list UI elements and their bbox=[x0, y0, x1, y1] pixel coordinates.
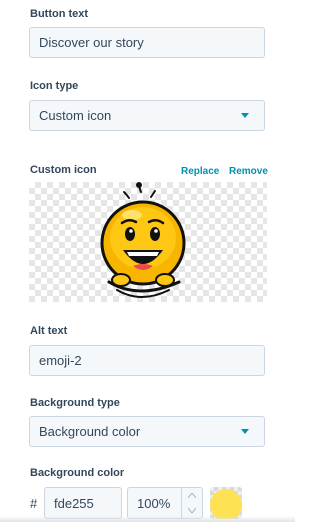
background-type-selected: Background color bbox=[39, 424, 141, 439]
hex-color-value: fde255 bbox=[54, 495, 94, 511]
color-swatch bbox=[210, 489, 242, 519]
icon-type-selected: Custom icon bbox=[39, 108, 112, 123]
scroll-shadow bbox=[0, 516, 295, 522]
opacity-value: 100% bbox=[137, 495, 171, 511]
color-swatch-button[interactable] bbox=[210, 487, 242, 519]
custom-icon-preview bbox=[29, 182, 267, 302]
hash-symbol: # bbox=[30, 496, 38, 511]
chevron-down-icon bbox=[241, 429, 249, 434]
alt-text-label: Alt text bbox=[30, 325, 68, 337]
alt-text-value: emoji-2 bbox=[39, 353, 82, 368]
chevron-up-icon[interactable] bbox=[188, 493, 196, 498]
background-type-select[interactable]: Background color bbox=[29, 416, 265, 447]
opacity-stepper[interactable] bbox=[181, 488, 202, 518]
button-text-label: Button text bbox=[30, 8, 89, 20]
emoji-smiley-icon bbox=[100, 182, 186, 298]
custom-icon-label: Custom icon bbox=[30, 164, 97, 176]
chevron-down-icon[interactable] bbox=[188, 508, 196, 513]
button-text-value: Discover our story bbox=[39, 35, 144, 50]
icon-type-select[interactable]: Custom icon bbox=[29, 100, 265, 131]
chevron-down-icon bbox=[241, 113, 249, 118]
hex-color-input[interactable]: fde255 bbox=[44, 487, 122, 519]
opacity-input[interactable]: 100% bbox=[127, 487, 203, 519]
remove-icon-link[interactable]: Remove bbox=[229, 166, 268, 177]
background-color-label: Background color bbox=[30, 467, 125, 479]
icon-type-label: Icon type bbox=[30, 80, 79, 92]
background-type-label: Background type bbox=[30, 397, 120, 409]
replace-icon-link[interactable]: Replace bbox=[181, 166, 219, 177]
button-text-input[interactable]: Discover our story bbox=[29, 27, 265, 58]
alt-text-input[interactable]: emoji-2 bbox=[29, 345, 265, 376]
